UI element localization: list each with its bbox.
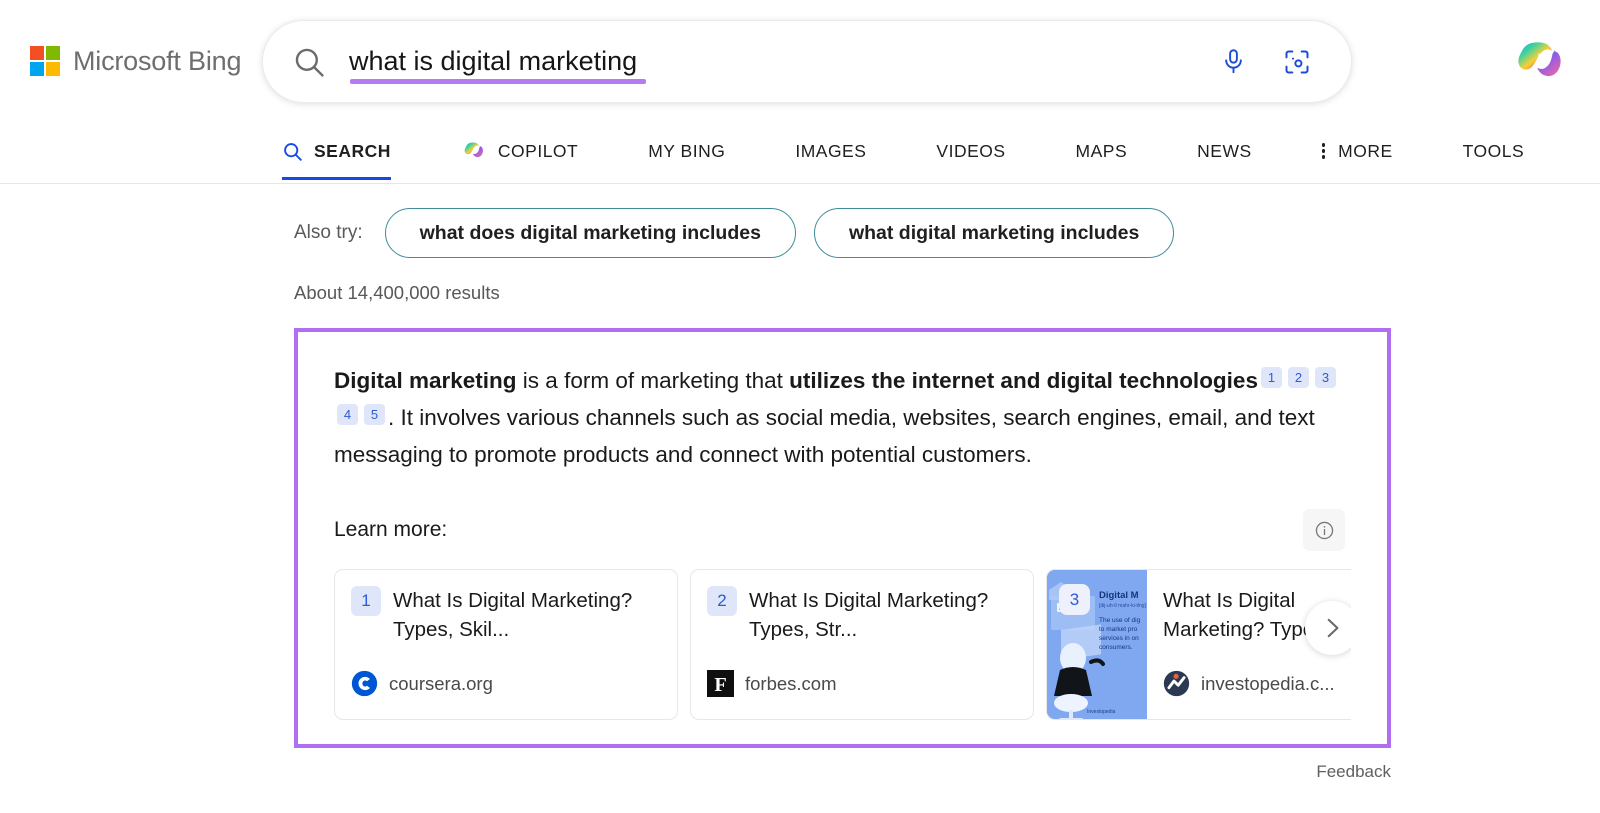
tab-label: IMAGES: [795, 140, 867, 161]
microsoft-logo-icon: [30, 46, 60, 76]
source-number-badge: 3: [1059, 584, 1090, 615]
source-title: What Is Digital Marketing? Types, Skil..…: [393, 589, 633, 641]
search-input-wrap: [349, 34, 1213, 90]
tab-label: NEWS: [1197, 140, 1252, 161]
info-icon[interactable]: [1303, 509, 1345, 551]
tab-label: MAPS: [1075, 140, 1128, 161]
source-cards-strip: 1 What Is Digital Marketing? Types, Skil…: [334, 569, 1351, 720]
source-domain: coursera.org: [389, 672, 493, 694]
tab-label: VIDEOS: [936, 140, 1006, 161]
copilot-logo-icon[interactable]: [1508, 30, 1572, 94]
chevron-right-icon[interactable]: [1305, 601, 1351, 655]
investopedia-logo-icon: [1163, 670, 1190, 697]
tab-maps[interactable]: MAPS: [1076, 122, 1128, 180]
tab-label: MORE: [1338, 140, 1393, 161]
answer-bold-term-2: utilizes the internet and digital techno…: [789, 368, 1258, 393]
tab-videos[interactable]: VIDEOS: [936, 122, 1005, 180]
visual-search-icon[interactable]: [1277, 42, 1317, 82]
source-card-investopedia[interactable]: 3 Digital M [dij-uh-tl mahr-ki-ting] The…: [1046, 569, 1351, 720]
source-domain: forbes.com: [745, 672, 837, 694]
ai-answer-card: Digital marketing is a form of marketing…: [294, 328, 1391, 748]
citation-badge-3[interactable]: 3: [1314, 367, 1336, 388]
results-area: Also try: what does digital marketing in…: [0, 184, 1600, 748]
answer-mid-1: is a form of marketing that: [516, 368, 790, 393]
learn-more-label: Learn more:: [334, 518, 448, 541]
thumbnail-subheading: [dij-uh-tl mahr-ki-ting]: [1099, 603, 1146, 609]
tab-label: TOOLS: [1462, 140, 1525, 161]
microphone-icon[interactable]: [1213, 42, 1253, 82]
source-card-footer: F forbes.com: [707, 670, 1015, 719]
tab-my-bing[interactable]: MY BING: [648, 122, 725, 180]
answer-paragraph: Digital marketing is a form of marketing…: [334, 362, 1351, 473]
page-header: Microsoft Bing: [0, 0, 1600, 122]
thumbnail-caption: Investopedia: [1087, 709, 1116, 715]
svg-text:F: F: [714, 674, 726, 696]
source-card-coursera[interactable]: 1 What Is Digital Marketing? Types, Skil…: [334, 569, 678, 720]
also-try-row: Also try: what does digital marketing in…: [294, 206, 1600, 260]
feedback-link[interactable]: Feedback: [294, 762, 1391, 782]
coursera-logo-icon: [351, 670, 378, 697]
search-input[interactable]: [349, 46, 1213, 77]
citation-badge-5[interactable]: 5: [364, 404, 385, 425]
tab-images[interactable]: IMAGES: [795, 122, 866, 180]
source-title: What Is Digital Marketing? Types, Str...: [749, 589, 989, 641]
also-try-suggestion-2[interactable]: what digital marketing includes: [813, 208, 1175, 258]
source-card-top: 2 What Is Digital Marketing? Types, Str.…: [707, 586, 1015, 644]
thumbnail-body: The use of dig to market pro services in o…: [1099, 617, 1141, 651]
tab-copilot[interactable]: COPILOT: [461, 122, 578, 180]
forbes-logo-icon: F: [707, 670, 734, 697]
citation-badge-4[interactable]: 4: [337, 404, 358, 425]
source-number-badge: 1: [351, 586, 381, 616]
tab-label: COPILOT: [497, 140, 579, 161]
search-actions: [1213, 42, 1317, 82]
also-try-suggestion-1[interactable]: what does digital marketing includes: [384, 208, 796, 258]
query-highlight-underline: [350, 78, 646, 84]
source-card-footer: investopedia.c...: [1163, 670, 1351, 719]
brand-name: Microsoft Bing: [73, 45, 242, 76]
tab-news[interactable]: NEWS: [1197, 122, 1252, 180]
source-number-badge: 2: [707, 586, 737, 616]
search-box[interactable]: [262, 20, 1352, 103]
source-thumbnail: 3 Digital M [dij-uh-tl mahr-ki-ting] The…: [1047, 570, 1147, 719]
source-card-footer: coursera.org: [351, 670, 659, 719]
tab-search[interactable]: SEARCH: [282, 122, 391, 180]
citation-badge-1[interactable]: 1: [1260, 367, 1282, 388]
source-domain: investopedia.c...: [1201, 672, 1335, 694]
results-count: About 14,400,000 results: [294, 282, 500, 303]
source-card-top: 1 What Is Digital Marketing? Types, Skil…: [351, 586, 659, 644]
copilot-logo-icon: [461, 138, 487, 164]
citation-badge-2[interactable]: 2: [1287, 367, 1309, 388]
tab-label: SEARCH: [314, 140, 391, 161]
tab-tools[interactable]: TOOLS: [1463, 122, 1525, 180]
also-try-label: Also try:: [294, 222, 363, 243]
answer-bold-term-1: Digital marketing: [334, 368, 517, 393]
tab-label: MY BING: [648, 140, 726, 161]
tab-more[interactable]: MORE: [1321, 122, 1393, 180]
primary-nav: SEARCH COPILOT MY BING IMAGES VIDEOS MAP…: [0, 122, 1600, 184]
kebab-menu-icon: [1321, 143, 1326, 159]
source-card-forbes[interactable]: 2 What Is Digital Marketing? Types, Str.…: [690, 569, 1034, 720]
learn-more-row: Learn more:: [334, 509, 1351, 551]
search-icon: [282, 141, 303, 162]
search-icon: [287, 40, 331, 84]
bing-brand-logo[interactable]: Microsoft Bing: [30, 46, 245, 77]
thumbnail-heading: Digital M: [1099, 590, 1139, 601]
answer-tail: . It involves various channels such as s…: [334, 405, 1315, 467]
